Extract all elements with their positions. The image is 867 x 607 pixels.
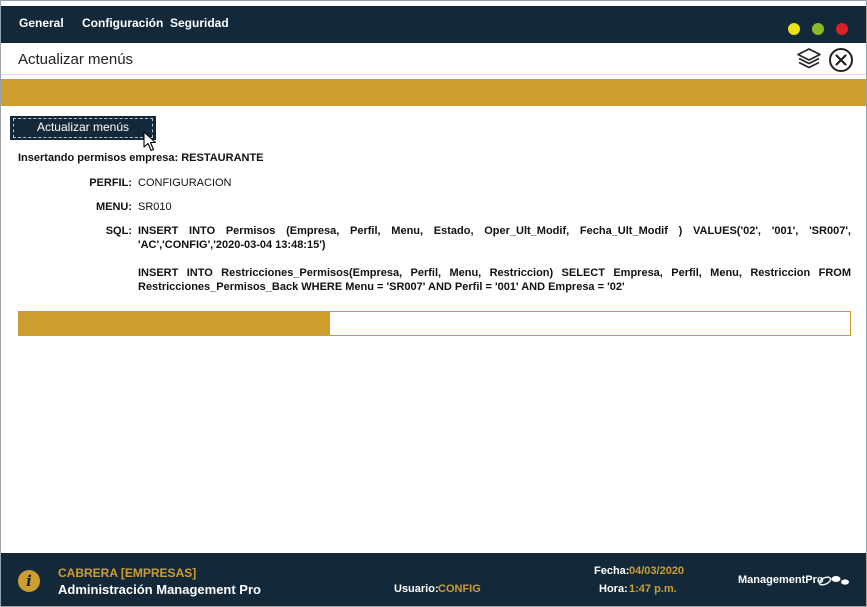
menu-seguridad[interactable]: Seguridad	[170, 16, 229, 30]
user-value: CONFIG	[438, 583, 481, 595]
menu-bar: General Configuración Seguridad	[1, 6, 866, 43]
perfil-label: PERFIL:	[89, 177, 132, 189]
minimize-dot[interactable]	[788, 23, 800, 35]
status-line: Insertando permisos empresa: RESTAURANTE	[18, 152, 264, 164]
progress-bar	[18, 311, 851, 336]
date-value: 04/03/2020	[629, 565, 685, 577]
app-window: General Configuración Seguridad Actualiz…	[0, 0, 867, 607]
menu-value: SR010	[138, 201, 172, 213]
brand-logo-icon	[817, 571, 851, 589]
status-footer: i CABRERA [EMPRESAS] Administración Mana…	[1, 553, 866, 606]
layers-icon[interactable]	[796, 47, 822, 71]
menu-label: MENU:	[95, 201, 132, 213]
mouse-cursor-icon	[143, 131, 159, 153]
maximize-dot[interactable]	[812, 23, 824, 35]
button-label: Actualizar menús	[36, 120, 130, 134]
menu-general[interactable]: General	[19, 16, 64, 30]
gold-toolbar	[1, 79, 866, 106]
time-value: 1:47 p.m.	[629, 583, 677, 595]
info-icon[interactable]: i	[18, 570, 40, 592]
progress-fill	[19, 312, 330, 335]
page-title: Actualizar menús	[18, 51, 134, 68]
close-circle-icon[interactable]	[828, 47, 854, 73]
close-dot[interactable]	[836, 23, 848, 35]
company-name: CABRERA [EMPRESAS]	[58, 566, 197, 580]
menu-configuracion[interactable]: Configuración	[82, 16, 163, 30]
sql-label: SQL:	[105, 225, 132, 237]
date-label: Fecha:	[594, 565, 630, 577]
sql-statement: INSERT INTO Permisos (Empresa, Perfil, M…	[138, 225, 851, 251]
sql-text: INSERT INTO Permisos (Empresa, Perfil, M…	[138, 224, 851, 294]
brand-logo-text: ManagementPro	[738, 574, 824, 586]
user-label: Usuario:	[394, 583, 439, 595]
app-name: Administración Management Pro	[58, 582, 261, 597]
sql-statement: INSERT INTO Restricciones_Permisos(Empre…	[138, 267, 851, 293]
time-label: Hora:	[599, 583, 628, 595]
perfil-value: CONFIGURACION	[138, 177, 232, 189]
title-bar: Actualizar menús	[1, 43, 866, 75]
actualizar-menus-button[interactable]: Actualizar menús	[10, 116, 156, 140]
